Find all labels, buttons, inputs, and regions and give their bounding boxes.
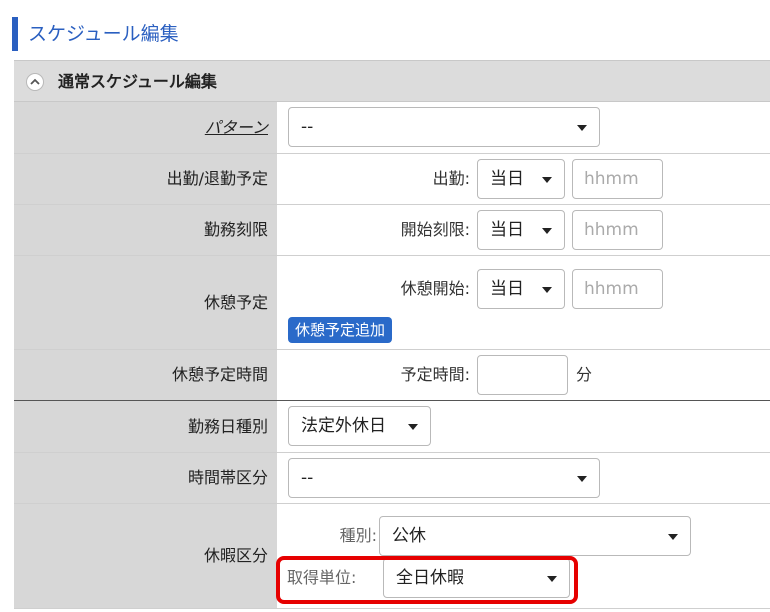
attendance-time-input[interactable]: hhmm [572, 159, 663, 199]
leave-type-label: 種別: [339, 526, 377, 545]
work-limit-time-input[interactable]: hhmm [572, 210, 663, 250]
workday-type-value-cell: 法定外休日 [277, 401, 770, 452]
break-time-unit: 分 [576, 365, 593, 384]
break-plan-day-value: 当日 [490, 279, 524, 299]
workday-type-value: 法定外休日 [301, 416, 386, 436]
break-time-field-label: 予定時間: [400, 365, 470, 384]
break-plan-time-input[interactable]: hhmm [572, 269, 663, 309]
pattern-select[interactable]: -- [288, 107, 600, 147]
chevron-down-icon [577, 476, 587, 482]
leave-label: 休暇区分 [14, 504, 277, 608]
break-time-row: 休憩予定時間 予定時間: 分 [14, 350, 770, 400]
section-header[interactable]: 通常スケジュール編集 [14, 60, 770, 102]
break-plan-day-select[interactable]: 当日 [477, 269, 565, 309]
break-plan-field-label: 休憩開始: [400, 279, 470, 298]
workday-type-row: 勤務日種別 法定外休日 [14, 401, 770, 452]
leave-type-select[interactable]: 公休 [379, 516, 691, 556]
work-limit-value-cell: 開始刻限: 当日 hhmm [277, 205, 770, 255]
break-plan-label: 休憩予定 [14, 256, 277, 349]
pattern-link[interactable]: パターン [205, 118, 268, 137]
time-zone-label: 時間帯区分 [14, 453, 277, 503]
chevron-down-icon [668, 534, 678, 540]
highlight-box [276, 556, 578, 604]
add-break-button[interactable]: 休憩予定追加 [288, 317, 393, 343]
page-title: スケジュール編集 [12, 17, 312, 51]
work-limit-field-label: 開始刻限: [400, 220, 470, 239]
break-time-input[interactable] [477, 355, 568, 395]
attendance-field-label: 出勤: [432, 169, 470, 188]
break-plan-value-cell: 休憩開始: 当日 hhmm 休憩予定追加 [277, 256, 770, 349]
pattern-row: パターン -- [14, 102, 770, 153]
work-limit-row: 勤務刻限 開始刻限: 当日 hhmm [14, 205, 770, 255]
pattern-select-value: -- [301, 117, 314, 137]
chevron-down-icon [577, 125, 587, 131]
chevron-down-icon [408, 424, 418, 430]
workday-type-select[interactable]: 法定外休日 [288, 406, 431, 446]
break-time-label: 休憩予定時間 [14, 350, 277, 400]
chevron-down-icon [542, 228, 552, 234]
collapse-icon[interactable] [26, 73, 44, 91]
leave-type-value: 公休 [392, 526, 426, 546]
break-time-value-cell: 予定時間: 分 [277, 350, 770, 400]
attendance-value-cell: 出勤: 当日 hhmm [277, 154, 770, 204]
work-limit-day-select[interactable]: 当日 [477, 210, 565, 250]
time-zone-value: -- [301, 468, 314, 488]
pattern-label-cell: パターン [14, 102, 277, 153]
chevron-down-icon [542, 287, 552, 293]
attendance-day-value: 当日 [490, 169, 524, 189]
break-plan-row: 休憩予定 休憩開始: 当日 hhmm 休憩予定追加 [14, 256, 770, 349]
section-title: 通常スケジュール編集 [58, 72, 217, 91]
attendance-label: 出勤/退勤予定 [14, 154, 277, 204]
workday-type-label: 勤務日種別 [14, 401, 277, 452]
time-zone-row: 時間帯区分 -- [14, 453, 770, 503]
work-limit-day-value: 当日 [490, 220, 524, 240]
time-zone-select[interactable]: -- [288, 458, 600, 498]
attendance-row: 出勤/退勤予定 出勤: 当日 hhmm [14, 154, 770, 204]
time-zone-value-cell: -- [277, 453, 770, 503]
pattern-value-cell: -- [277, 102, 770, 153]
work-limit-label: 勤務刻限 [14, 205, 277, 255]
chevron-down-icon [542, 177, 552, 183]
attendance-day-select[interactable]: 当日 [477, 159, 565, 199]
